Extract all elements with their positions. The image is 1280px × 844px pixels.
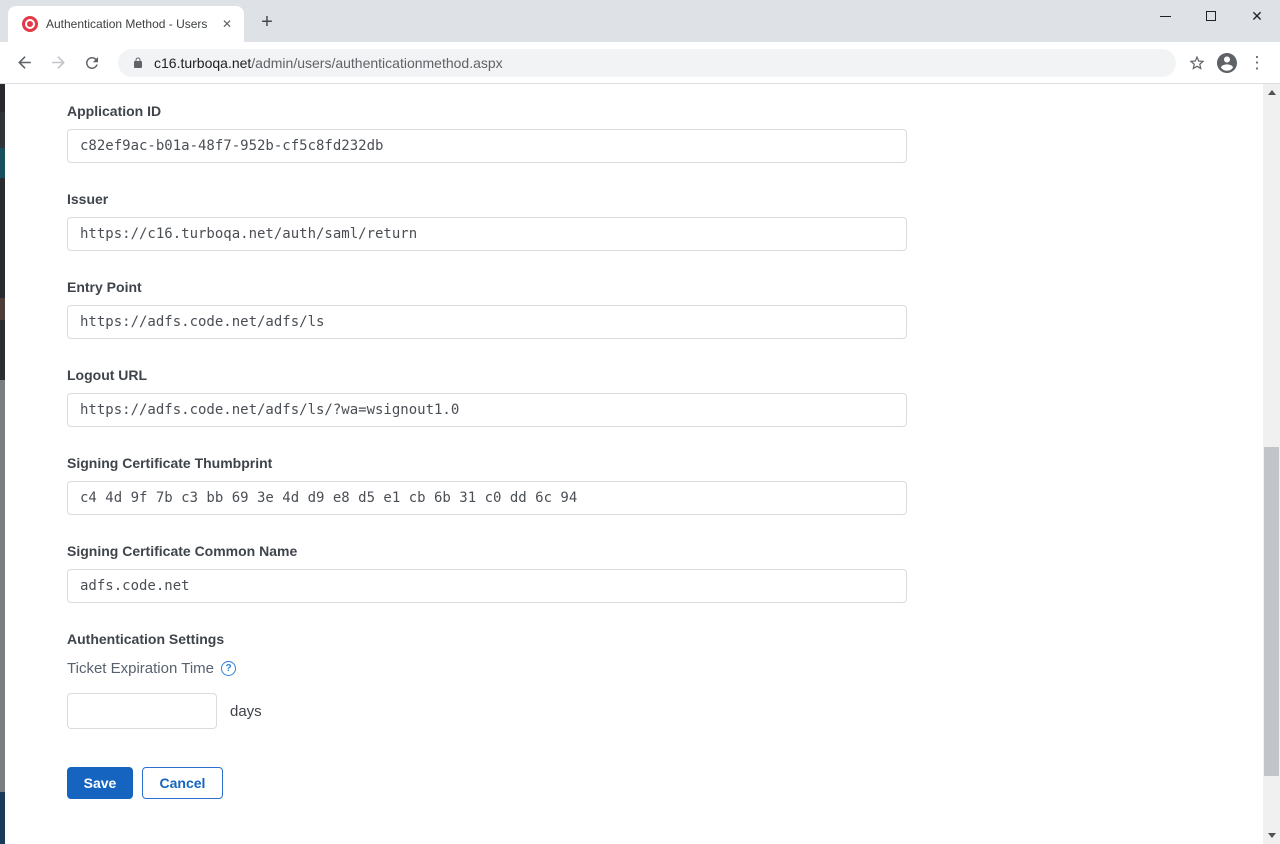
back-arrow-icon [15,53,34,72]
logout-url-input[interactable] [67,393,907,427]
field-label: Signing Certificate Common Name [67,543,1280,559]
days-unit-label: days [230,703,262,720]
minimize-icon [1160,16,1171,17]
bookmark-star-button[interactable] [1182,48,1212,78]
form-field: Issuer [67,191,1280,251]
help-icon[interactable]: ? [221,661,236,676]
ticket-expiration-label-row: Ticket Expiration Time ? [67,660,1280,677]
url-text: c16.turboqa.net/admin/users/authenticati… [154,55,503,71]
form-field: Signing Certificate Thumbprint [67,455,1280,515]
minimize-button[interactable] [1142,0,1188,32]
field-label: Issuer [67,191,1280,207]
entry-point-input[interactable] [67,305,907,339]
form-field: Entry Point [67,279,1280,339]
authentication-method-form: Application ID Issuer Entry Point Logout… [0,84,1280,799]
maximize-button[interactable] [1188,0,1234,32]
browser-menu-button[interactable]: ⋮ [1242,48,1272,78]
application-id-input[interactable] [67,129,907,163]
signing-cert-thumbprint-input[interactable] [67,481,907,515]
collapsed-sidebar-edge [0,84,5,844]
form-field: Application ID [67,103,1280,163]
form-field: Logout URL [67,367,1280,427]
scroll-up-arrow-icon[interactable] [1263,84,1280,101]
tab-close-icon[interactable]: ✕ [218,15,236,33]
scroll-down-arrow-icon[interactable] [1263,827,1280,844]
browser-tab[interactable]: Authentication Method - Users ✕ [8,6,244,42]
field-label: Application ID [67,103,1280,119]
field-label: Entry Point [67,279,1280,295]
ticket-expiration-input[interactable] [67,693,217,729]
maximize-icon [1206,11,1216,21]
url-domain: c16.turboqa.net [154,55,251,71]
profile-button[interactable] [1212,48,1242,78]
back-button[interactable] [8,47,40,79]
refresh-button[interactable] [76,47,108,79]
address-bar[interactable]: c16.turboqa.net/admin/users/authenticati… [118,49,1176,77]
form-field: Signing Certificate Common Name [67,543,1280,603]
site-favicon-icon [22,16,38,32]
page-scrollbar[interactable] [1263,84,1280,844]
field-label: Signing Certificate Thumbprint [67,455,1280,471]
save-button[interactable]: Save [67,767,133,799]
cancel-button[interactable]: Cancel [142,767,223,799]
refresh-icon [83,54,101,72]
ticket-expiration-input-row: days [67,693,1280,729]
field-label: Logout URL [67,367,1280,383]
lock-icon [132,56,144,70]
forward-arrow-icon [49,53,68,72]
ticket-expiration-label: Ticket Expiration Time [67,660,214,677]
url-path: /admin/users/authenticationmethod.aspx [251,55,502,71]
star-icon [1188,54,1206,72]
scrollbar-thumb[interactable] [1264,447,1279,776]
browser-toolbar: c16.turboqa.net/admin/users/authenticati… [0,42,1280,84]
forward-button[interactable] [42,47,74,79]
issuer-input[interactable] [67,217,907,251]
browser-titlebar: Authentication Method - Users ✕ + ✕ [0,0,1280,42]
signing-cert-common-name-input[interactable] [67,569,907,603]
close-button[interactable]: ✕ [1234,0,1280,32]
window-controls: ✕ [1142,0,1280,32]
tab-title: Authentication Method - Users [46,17,218,31]
avatar-icon [1215,51,1239,75]
form-actions: Save Cancel [67,767,1280,799]
page-body: Application ID Issuer Entry Point Logout… [0,84,1280,844]
new-tab-button[interactable]: + [254,9,280,35]
authentication-settings-heading: Authentication Settings [67,631,1280,647]
